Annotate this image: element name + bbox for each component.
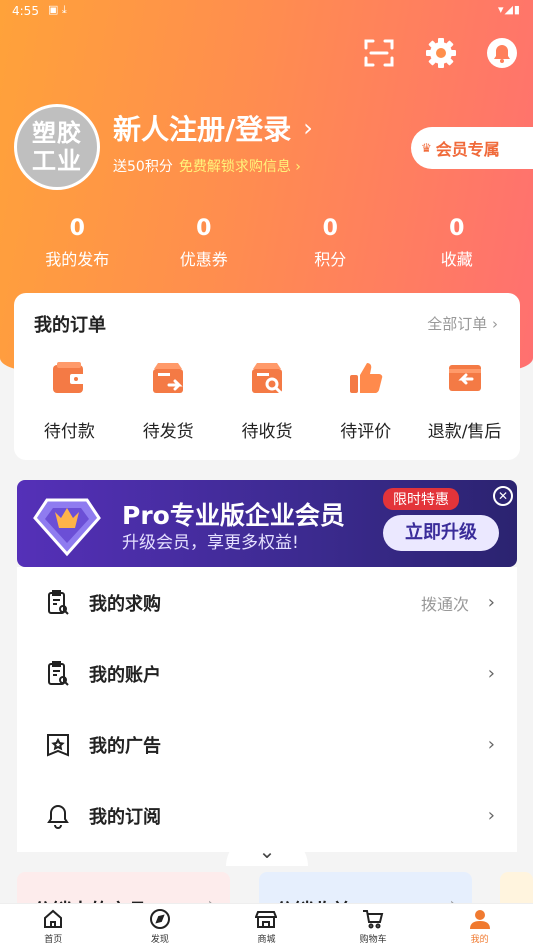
orders-title: 我的订单: [34, 315, 106, 336]
bottom-tab-bar: 首页 发现 商城 购物车 我的: [0, 903, 533, 949]
tab-cart[interactable]: 购物车: [320, 904, 427, 949]
chevron-right-icon: ›: [487, 734, 495, 755]
status-notification-icons: ▣ ⤓: [48, 3, 67, 16]
stat-label: 积分: [314, 250, 347, 269]
gear-icon[interactable]: [424, 36, 458, 70]
user-icon: [469, 910, 490, 929]
stat-label: 优惠券: [179, 250, 228, 269]
vip-exclusive-button[interactable]: ♛ 会员专属: [411, 127, 533, 169]
chevron-right-icon: ›: [303, 114, 313, 142]
menu-item-label: 我的订阅: [89, 806, 161, 828]
crown-icon: ♛: [421, 141, 432, 155]
stat-value: 0: [322, 216, 338, 241]
tab-label: 我的: [470, 935, 489, 945]
menu-item-my-ads[interactable]: 我的广告 ›: [17, 709, 517, 780]
menu-item-label: 我的求购: [89, 593, 161, 615]
order-pending-review[interactable]: 待评价: [320, 359, 412, 442]
avatar-text-line1: 塑胶: [32, 119, 82, 147]
stat-item[interactable]: 0 收藏: [394, 214, 521, 270]
chevron-right-icon: ›: [487, 592, 495, 613]
all-orders-link[interactable]: 全部订单 ›: [427, 313, 498, 334]
clipboard-search-icon: [48, 660, 69, 686]
status-system-icons: ▾◢▮: [497, 3, 521, 16]
menu-item-label: 我的广告: [89, 735, 161, 757]
login-register-link[interactable]: 新人注册/登录 ›: [113, 108, 313, 148]
stat-label: 收藏: [440, 250, 473, 269]
stat-value: 0: [449, 216, 465, 241]
bell-icon: [47, 804, 69, 829]
menu-item-extra: 拨通次: [420, 594, 469, 614]
order-item-label: 待评价: [340, 422, 392, 442]
upgrade-now-button[interactable]: 立即升级: [383, 515, 499, 551]
menu-item-my-purchase-requests[interactable]: 我的求购 拨通次 ›: [17, 567, 517, 638]
clipboard-search-icon: [48, 589, 69, 615]
refund-icon: [448, 365, 481, 391]
cart-icon: [363, 910, 384, 929]
reward-text[interactable]: 送50积分 免费解锁求购信息 ›: [113, 156, 301, 176]
order-pending-receipt[interactable]: 待收货: [221, 359, 313, 442]
order-item-label: 待发货: [142, 422, 194, 442]
wallet-icon: [53, 362, 86, 393]
my-orders-card: 我的订单 全部订单 › 待付款 待发货 待收货 待评价 退款/售后: [14, 293, 520, 460]
vip-label: 会员专属: [435, 140, 500, 159]
order-refund[interactable]: 退款/售后: [419, 359, 511, 442]
menu-item-my-account[interactable]: 我的账户 ›: [17, 638, 517, 709]
stat-value: 0: [69, 216, 85, 241]
tab-discover[interactable]: 发现: [107, 904, 214, 949]
order-item-label: 待收货: [241, 422, 293, 442]
stat-item[interactable]: 0 我的发布: [14, 214, 141, 270]
chevron-down-icon: ⌄: [258, 839, 276, 863]
banner-title: Pro专业版企业会员: [122, 501, 345, 530]
reward-highlight: 免费解锁求购信息 ›: [178, 159, 301, 175]
receive-box-icon: [251, 363, 282, 394]
tab-label: 商城: [257, 935, 276, 945]
compass-icon: [149, 909, 170, 929]
status-bar: 4:55 ▣ ⤓ ▾◢▮: [0, 0, 533, 22]
tab-me[interactable]: 我的: [426, 904, 533, 949]
pro-membership-banner[interactable]: Pro专业版企业会员 升级会员，享更多权益! 限时特惠 立即升级 ✕: [17, 480, 517, 567]
menu-list: 我的求购 拨通次 › 我的账户 › 我的广告 › 我的订阅 ›: [17, 567, 517, 852]
stat-value: 0: [196, 216, 212, 241]
order-pending-payment[interactable]: 待付款: [23, 359, 115, 442]
order-status-row: 待付款 待发货 待收货 待评价 退款/售后: [14, 359, 520, 442]
login-title: 新人注册/登录: [113, 113, 292, 146]
thumbs-up-icon: [349, 363, 383, 393]
avatar-text-line2: 工业: [32, 147, 82, 175]
menu-item-label: 我的账户: [89, 664, 161, 686]
chevron-right-icon: ›: [487, 805, 495, 826]
tab-label: 发现: [150, 935, 169, 945]
avatar[interactable]: 塑胶 工业: [14, 104, 100, 190]
diamond-badge-icon: [33, 498, 101, 557]
close-icon[interactable]: ✕: [493, 486, 513, 506]
limited-offer-badge: 限时特惠: [383, 488, 459, 510]
reward-prefix: 送50积分: [113, 159, 173, 175]
ad-star-icon: [47, 733, 69, 756]
order-pending-shipment[interactable]: 待发货: [122, 359, 214, 442]
tab-label: 首页: [44, 935, 63, 945]
stat-label: 我的发布: [45, 250, 110, 269]
banner-subtitle: 升级会员，享更多权益!: [122, 533, 299, 553]
store-icon: [255, 911, 278, 928]
order-item-label: 待付款: [43, 422, 95, 442]
scan-icon[interactable]: [362, 36, 396, 70]
stat-item[interactable]: 0 优惠券: [141, 214, 268, 270]
tab-label: 购物车: [359, 935, 387, 945]
order-item-label: 退款/售后: [427, 422, 502, 442]
ship-box-icon: [153, 363, 184, 393]
tab-home[interactable]: 首页: [0, 904, 107, 949]
stats-row: 0 我的发布 0 优惠券 0 积分 0 收藏: [14, 214, 520, 270]
tab-store[interactable]: 商城: [213, 904, 320, 949]
stat-item[interactable]: 0 积分: [267, 214, 394, 270]
status-time: 4:55: [12, 4, 39, 18]
notification-bell-icon[interactable]: [485, 36, 519, 70]
chevron-right-icon: ›: [487, 663, 495, 684]
home-icon: [44, 909, 63, 928]
